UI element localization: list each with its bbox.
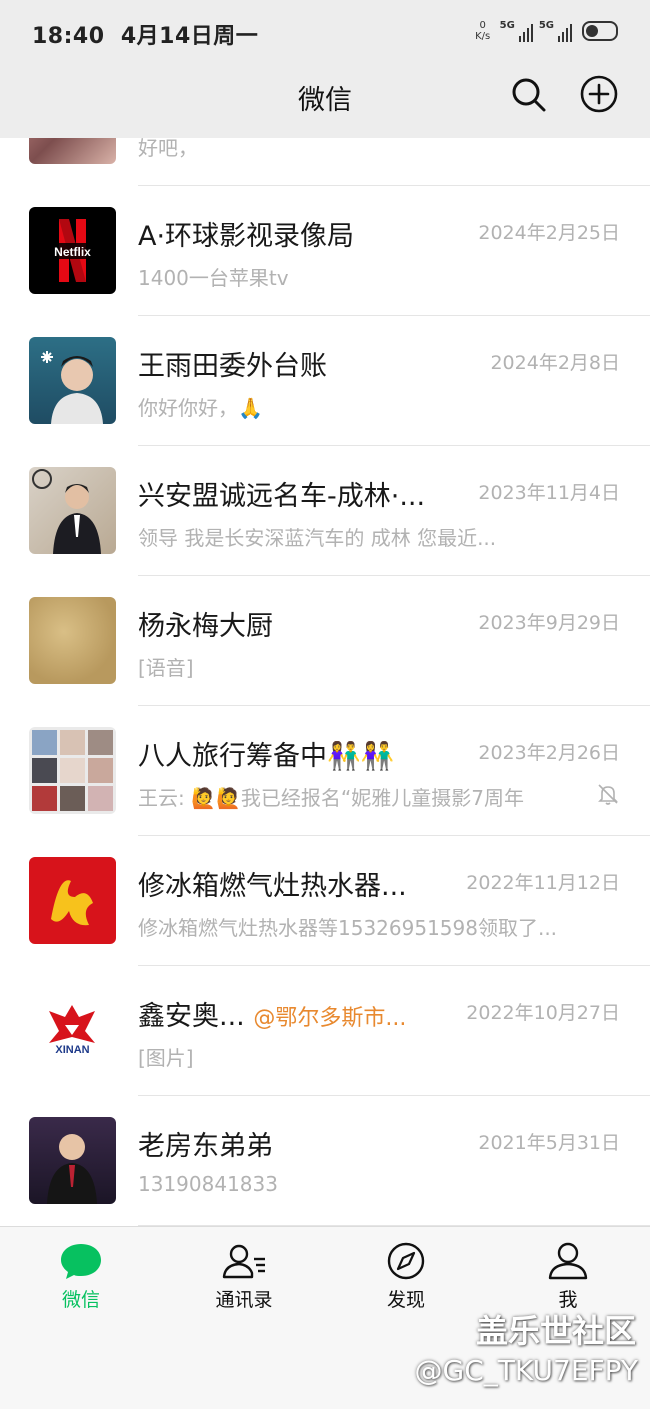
message-preview: 修冰箱燃气灶热水器等15326951598领取了... (138, 916, 558, 940)
status-time: 18:40 4月14日周一 (32, 18, 258, 50)
chat-name: A·环球影视录像局 (138, 221, 355, 252)
chat-row[interactable]: 修冰箱燃气灶热水器... 2022年11月12日 修冰箱燃气灶热水器等15326… (0, 836, 650, 966)
chat-row[interactable]: Netflix A·环球影视录像局 2024年2月25日 1400一台苹果tv (0, 186, 650, 316)
message-preview: 好吧， (138, 138, 198, 160)
person-icon (548, 1242, 588, 1280)
chat-date: 2021年5月31日 (478, 1132, 620, 1154)
chat-row[interactable]: 杨永梅大厨 2023年9月29日 [语音] (0, 576, 650, 706)
message-preview: 1400一台苹果tv (138, 266, 289, 290)
date-text: 4月14日周一 (120, 24, 259, 49)
chat-row[interactable]: 八人旅行筹备中👫👫 2023年2月26日 王云: 🙋🙋我已经报名“妮雅儿童摄影7… (0, 706, 650, 836)
avatar-text: XINAN (55, 1044, 89, 1056)
chat-name: 杨永梅大厨 (138, 611, 273, 642)
chat-name: 鑫安奥... @鄂尔多斯市... (138, 994, 406, 1033)
chat-row[interactable]: 王雨田委外台账 2024年2月8日 你好你好，🙏 (0, 316, 650, 446)
xinan-logo-icon: XINAN (49, 1005, 95, 1056)
chat-date: 2023年2月26日 (478, 742, 620, 764)
message-preview: [图片] (138, 1046, 194, 1070)
compass-icon (387, 1242, 425, 1280)
avatar (29, 337, 116, 424)
chat-name: 修冰箱燃气灶热水器... (138, 871, 407, 902)
message-preview: 13190841833 (138, 1172, 278, 1196)
chat-date: 2024年2月25日 (478, 222, 620, 244)
contacts-icon (222, 1244, 265, 1279)
status-bar: 18:40 4月14日周一 0 K/s 5G 5G (0, 0, 650, 64)
chat-row[interactable]: 老房东弟弟 2021年5月31日 13190841833 (0, 1096, 650, 1226)
avatar (29, 467, 116, 554)
plus-circle-icon[interactable] (579, 74, 619, 114)
sim2-label: 5G (538, 20, 554, 31)
message-preview: 王云: 🙋🙋我已经报名“妮雅儿童摄影7周年 (138, 786, 524, 810)
chat-date: 2022年10月27日 (466, 1002, 620, 1024)
chat-date: 2023年9月29日 (478, 612, 620, 634)
avatar: XINAN (29, 987, 116, 1074)
chat-row[interactable]: XINAN 鑫安奥... @鄂尔多斯市... 2022年10月27日 [图片] (0, 966, 650, 1096)
tab-discover[interactable]: 发现 (346, 1241, 466, 1321)
tab-contacts[interactable]: 通讯录 (184, 1241, 304, 1321)
chat-row[interactable]: 兴安盟诚远名车-成林·... 2023年11月4日 领导 我是长安深蓝汽车的 成… (0, 446, 650, 576)
net-speed-unit: K/s (475, 31, 491, 42)
chat-date: 2022年11月12日 (466, 872, 620, 894)
sim1-label: 5G (499, 20, 515, 31)
netflix-logo-icon: Netflix (41, 219, 104, 282)
avatar (29, 857, 116, 944)
watermark-title: 盖乐世社区 (475, 1312, 636, 1350)
mention-tag: @鄂尔多斯市... (253, 1006, 407, 1031)
network-speed: 0 K/s (472, 20, 494, 42)
battery-icon (582, 21, 618, 41)
net-speed-value: 0 (479, 20, 486, 31)
search-icon[interactable] (508, 74, 548, 114)
status-icons: 0 K/s 5G 5G (472, 16, 618, 46)
chat-date: 2024年2月8日 (490, 352, 620, 374)
chat-name: 八人旅行筹备中👫👫 (138, 741, 395, 772)
avatar (29, 1117, 116, 1204)
avatar: Netflix (29, 207, 116, 294)
page-title: 微信 (298, 85, 352, 116)
tab-label: 发现 (386, 1289, 425, 1311)
chat-name: 王雨田委外台账 (138, 351, 327, 382)
clock: 18:40 (32, 24, 105, 49)
chat-list[interactable]: 好吧， Netflix A·环球影视录像局 2024年2月25日 1400一台苹… (0, 138, 650, 1226)
watermark-handle: @GC_TKU7EFPY (414, 1354, 638, 1387)
message-preview: 领导 我是长安深蓝汽车的 成林 您最近... (138, 526, 497, 550)
chat-row[interactable]: 好吧， (0, 138, 650, 186)
avatar-text: Netflix (54, 245, 91, 259)
chat-date: 2023年11月4日 (478, 482, 620, 504)
top-nav-bar: 微信 (0, 64, 650, 138)
chat-name-text: 鑫安奥... (138, 1001, 245, 1032)
avatar (29, 138, 116, 164)
chat-name: 兴安盟诚远名车-成林·... (138, 481, 426, 512)
avatar (29, 727, 116, 814)
message-preview: 你好你好，🙏 (138, 396, 263, 420)
chat-bubble-icon (61, 1244, 101, 1279)
avatar (29, 597, 116, 684)
message-preview: [语音] (138, 656, 194, 680)
chat-name: 老房东弟弟 (138, 1131, 273, 1162)
signal-icon: 5G (500, 20, 533, 42)
tab-chats[interactable]: 微信 (21, 1241, 141, 1321)
muted-bell-icon (598, 784, 618, 805)
tab-label: 通讯录 (215, 1289, 273, 1311)
signal-icon: 5G (539, 20, 572, 42)
tab-label: 微信 (61, 1289, 100, 1311)
